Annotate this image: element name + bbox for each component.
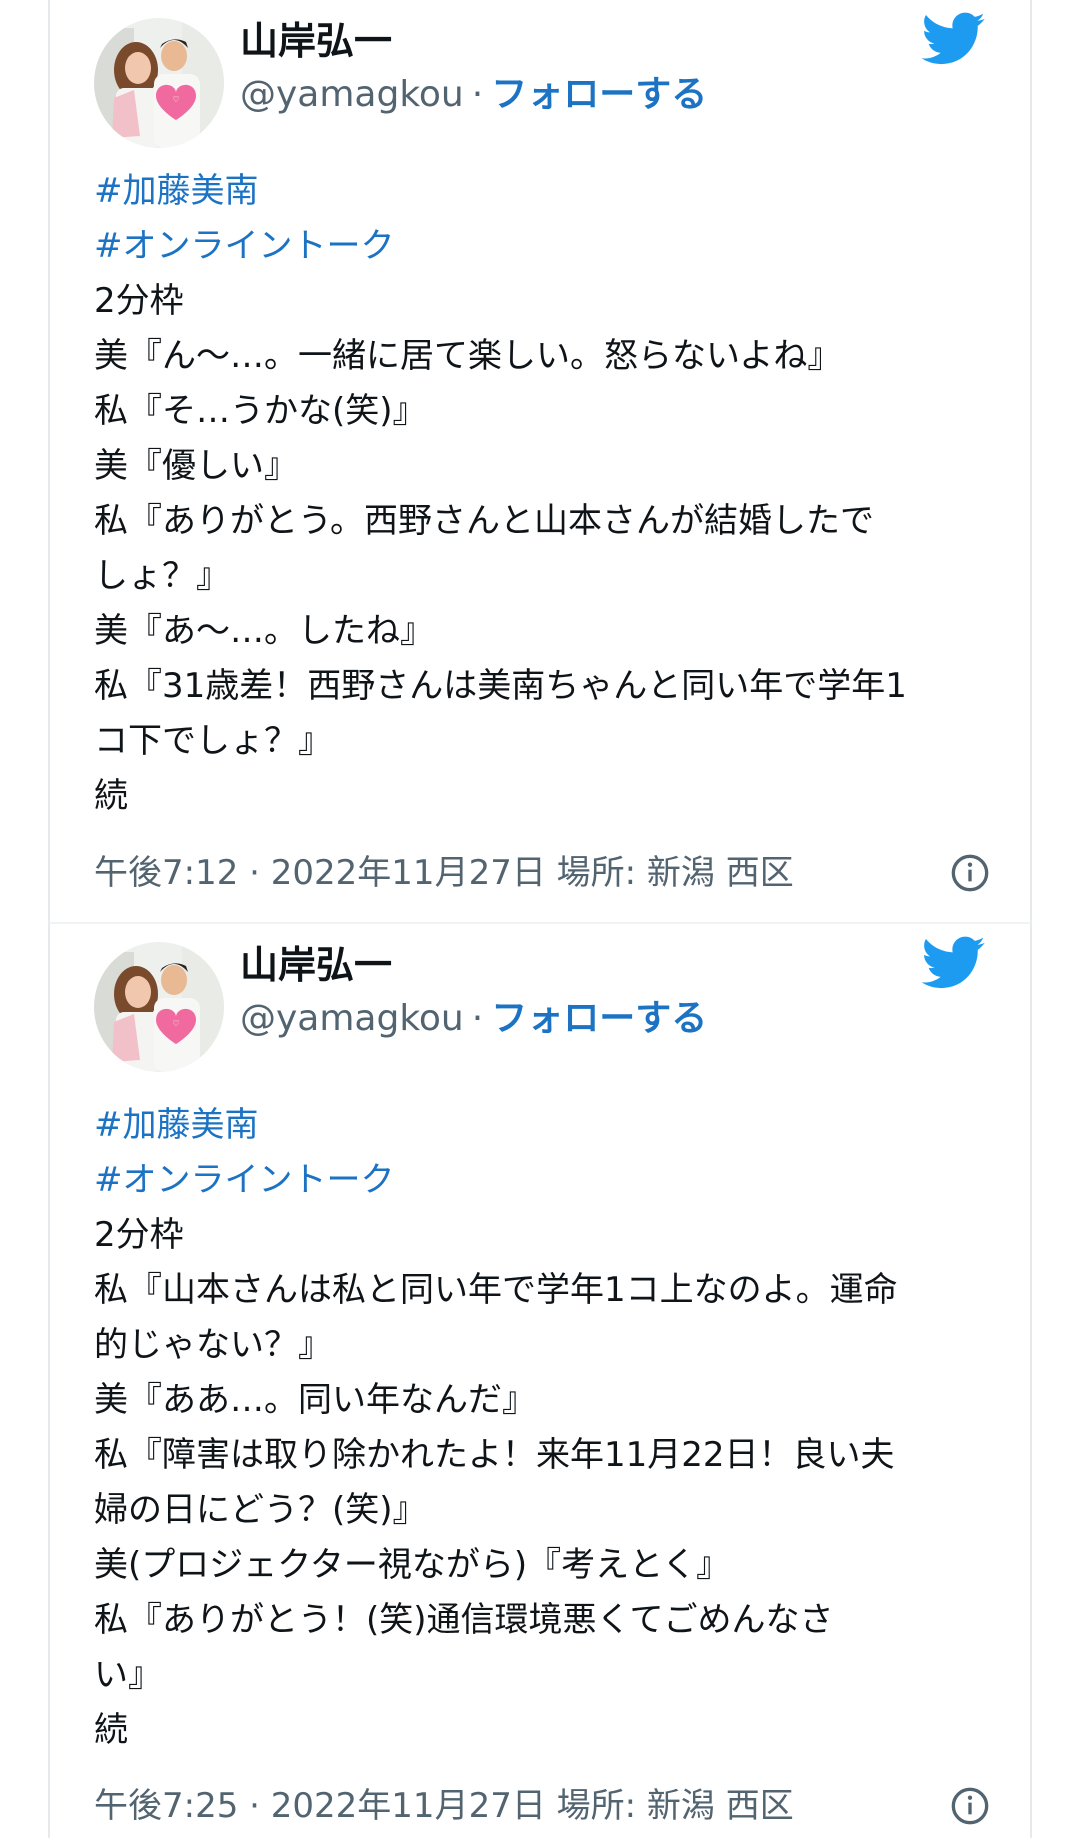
avatar[interactable]: ♡ — [94, 942, 224, 1072]
hashtag-link[interactable]: #加藤美南 — [94, 164, 974, 219]
tweet-line: 美『ああ…。同い年なんだ』 — [94, 1380, 536, 1420]
info-icon[interactable] — [950, 1786, 990, 1826]
avatar-photo-icon: ♡ — [94, 942, 224, 1072]
tweet-line: 私『ありがとう。西野さんと山本さんが結婚したで — [94, 501, 874, 541]
author-handle[interactable]: @yamagkou — [240, 998, 464, 1039]
tweet-line: い』 — [94, 1655, 162, 1695]
svg-text:♡: ♡ — [172, 95, 179, 104]
svg-text:♡: ♡ — [172, 1019, 179, 1028]
tweet-card: ♡ 山岸弘一 @yamagkou · フォローする #加藤美南 #オンライントーク … — [48, 0, 1032, 922]
author-name[interactable]: 山岸弘一 — [240, 18, 392, 64]
tweet-line: 的じゃない？』 — [94, 1325, 332, 1365]
tweet-text: #加藤美南 #オンライントーク 2分枠 美『ん〜…。一緒に居て楽しい。怒らないよ… — [94, 164, 974, 824]
tweet-line: しょ？』 — [94, 556, 230, 596]
avatar[interactable]: ♡ — [94, 18, 224, 148]
twitter-bird-icon[interactable] — [922, 936, 986, 990]
tweet-footer: 午後7:25 · 2022年11月27日 場所: 新潟 西区 — [94, 1776, 990, 1836]
tweet-line: 美『あ〜…。したね』 — [94, 611, 434, 651]
tweet-line: 美『ん〜…。一緒に居て楽しい。怒らないよね』 — [94, 336, 842, 376]
tweet-footer: 午後7:12 · 2022年11月27日 場所: 新潟 西区 — [94, 843, 990, 903]
tweet-line: 私『ありがとう！(笑)通信環境悪くてごめんなさ — [94, 1600, 834, 1640]
hashtag-link[interactable]: #オンライントーク — [94, 219, 974, 274]
tweet-line: 私『山本さんは私と同い年で学年1コ上なのよ。運命 — [94, 1270, 898, 1310]
separator-dot: · — [471, 74, 484, 115]
tweet-card: ♡ 山岸弘一 @yamagkou · フォローする #加藤美南 #オンライントーク … — [48, 922, 1032, 1838]
author-name[interactable]: 山岸弘一 — [240, 942, 392, 988]
hashtag-link[interactable]: #オンライントーク — [94, 1153, 974, 1208]
tweet-line: 婦の日にどう？(笑)』 — [94, 1490, 427, 1530]
avatar-photo-icon: ♡ — [94, 18, 224, 148]
author-handle[interactable]: @yamagkou — [240, 74, 464, 115]
tweet-line: 私『障害は取り除かれたよ！来年11月22日！良い夫 — [94, 1435, 895, 1475]
tweet-line: コ下でしょ？』 — [94, 721, 332, 761]
tweet-text: #加藤美南 #オンライントーク 2分枠 私『山本さんは私と同い年で学年1コ上なの… — [94, 1098, 974, 1758]
hashtag-link[interactable]: #加藤美南 — [94, 1098, 974, 1153]
tweet-timestamp[interactable]: 午後7:12 · 2022年11月27日 場所: 新潟 西区 — [94, 853, 794, 893]
tweet-timestamp[interactable]: 午後7:25 · 2022年11月27日 場所: 新潟 西区 — [94, 1786, 794, 1826]
author-meta: @yamagkou · フォローする — [240, 72, 707, 118]
tweet-line: 私『31歳差！西野さんは美南ちゃんと同い年で学年1 — [94, 666, 907, 706]
twitter-bird-icon[interactable] — [922, 12, 986, 66]
tweet-line: 美『優しい』 — [94, 446, 298, 486]
tweet-line: 続 — [94, 1710, 128, 1750]
tweet-line: 美(プロジェクター視ながら)『考えとく』 — [94, 1545, 731, 1585]
follow-button[interactable]: フォローする — [491, 998, 707, 1039]
tweet-line: 私『そ…うかな(笑)』 — [94, 391, 427, 431]
info-icon[interactable] — [950, 853, 990, 893]
tweet-line: 2分枠 — [94, 281, 184, 321]
tweet-line: 続 — [94, 776, 128, 816]
follow-button[interactable]: フォローする — [491, 74, 707, 115]
tweet-line: 2分枠 — [94, 1215, 184, 1255]
separator-dot: · — [471, 998, 484, 1039]
author-meta: @yamagkou · フォローする — [240, 996, 707, 1042]
